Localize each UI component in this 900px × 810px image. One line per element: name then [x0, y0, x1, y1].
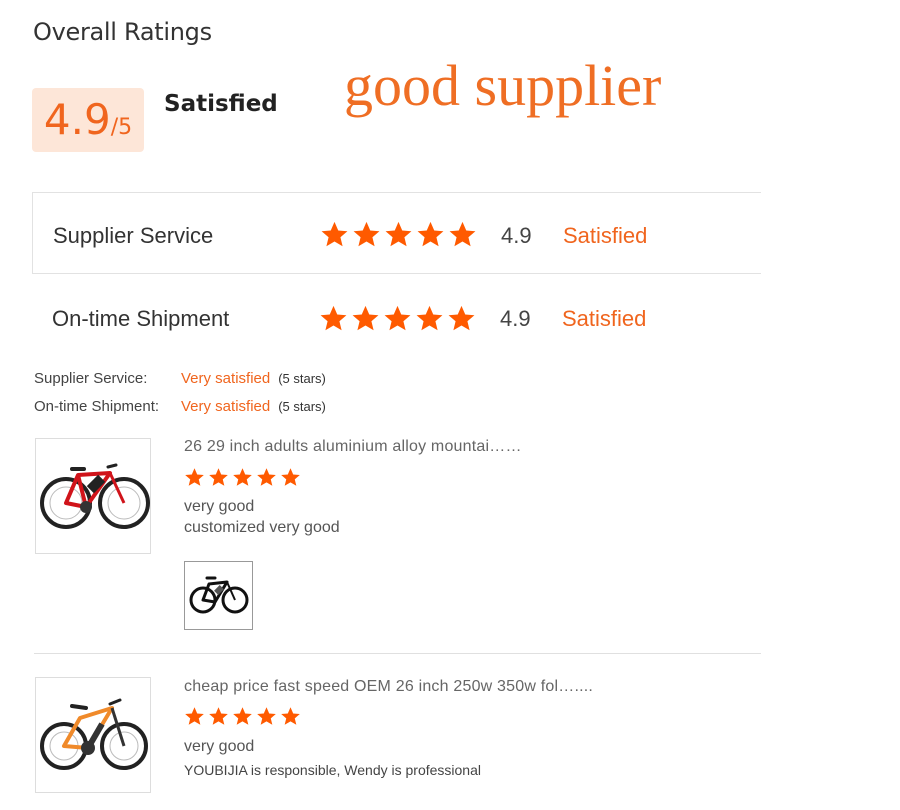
star-icon — [385, 221, 412, 247]
star-icon — [384, 305, 411, 331]
overall-score-denominator: /5 — [110, 115, 133, 140]
star-icon — [257, 707, 276, 725]
star-icon — [185, 468, 204, 486]
star-icon — [233, 707, 252, 725]
detail-value: Very satisfied — [181, 398, 271, 415]
overall-score-value: 4.9 — [43, 95, 111, 144]
star-icon — [209, 468, 228, 486]
review-divider — [34, 653, 761, 654]
product-thumbnail-orange-ebike-icon[interactable] — [35, 677, 151, 793]
star-icon — [449, 221, 476, 247]
overall-score-badge: 4.9 /5 — [32, 88, 144, 152]
review-star-rating — [184, 467, 301, 487]
rating-value: 4.9 — [501, 223, 532, 248]
review-product-title[interactable]: cheap price fast speed OEM 26 inch 250w … — [184, 678, 593, 696]
overall-ratings-title: Overall Ratings — [33, 18, 212, 46]
review-comment-line: very good — [184, 738, 255, 755]
product-thumbnail-red-ebike-icon[interactable] — [35, 438, 151, 554]
rating-status: Satisfied — [562, 306, 647, 331]
review-star-rating — [184, 706, 301, 726]
star-icon — [185, 707, 204, 725]
star-icon — [233, 468, 252, 486]
star-icon — [281, 468, 300, 486]
detail-label: Supplier Service: — [34, 370, 148, 387]
star-icon — [209, 707, 228, 725]
detail-line-supplier-service: Supplier Service: Very satisfied (5 stars) — [34, 370, 326, 387]
review-product-title[interactable]: 26 29 inch adults aluminium alloy mounta… — [184, 438, 522, 456]
rating-label: On-time Shipment — [52, 306, 230, 331]
detail-value: Very satisfied — [181, 370, 271, 387]
star-icon — [257, 468, 276, 486]
detail-line-on-time-shipment: On-time Shipment: Very satisfied (5 stars) — [34, 398, 326, 415]
star-icon — [352, 305, 379, 331]
star-rating — [320, 220, 477, 248]
star-icon — [281, 707, 300, 725]
detail-stars-text: (5 stars) — [278, 399, 326, 414]
good-supplier-banner: good supplier — [344, 53, 662, 118]
review-comment-line: customized very good — [184, 519, 340, 536]
detail-label: On-time Shipment: — [34, 398, 160, 415]
overall-status-text: Satisfied — [164, 91, 278, 117]
detail-stars-text: (5 stars) — [278, 371, 326, 386]
star-icon — [417, 221, 444, 247]
rating-row-on-time-shipment: On-time Shipment 4.9 Satisfied — [32, 276, 761, 358]
rating-status: Satisfied — [563, 223, 648, 248]
star-icon — [321, 221, 348, 247]
review-comment-line: very good — [184, 498, 255, 515]
star-icon — [353, 221, 380, 247]
review-attachment-black-ebike-icon[interactable] — [184, 561, 253, 630]
star-icon — [320, 305, 347, 331]
rating-label: Supplier Service — [53, 223, 214, 248]
review-comment-line: YOUBIJIA is responsible, Wendy is profes… — [184, 762, 481, 778]
star-icon — [416, 305, 443, 331]
star-rating — [319, 304, 476, 332]
star-icon — [448, 305, 475, 331]
rating-row-supplier-service: Supplier Service 4.9 Satisfied — [32, 192, 761, 274]
rating-value: 4.9 — [500, 306, 531, 331]
